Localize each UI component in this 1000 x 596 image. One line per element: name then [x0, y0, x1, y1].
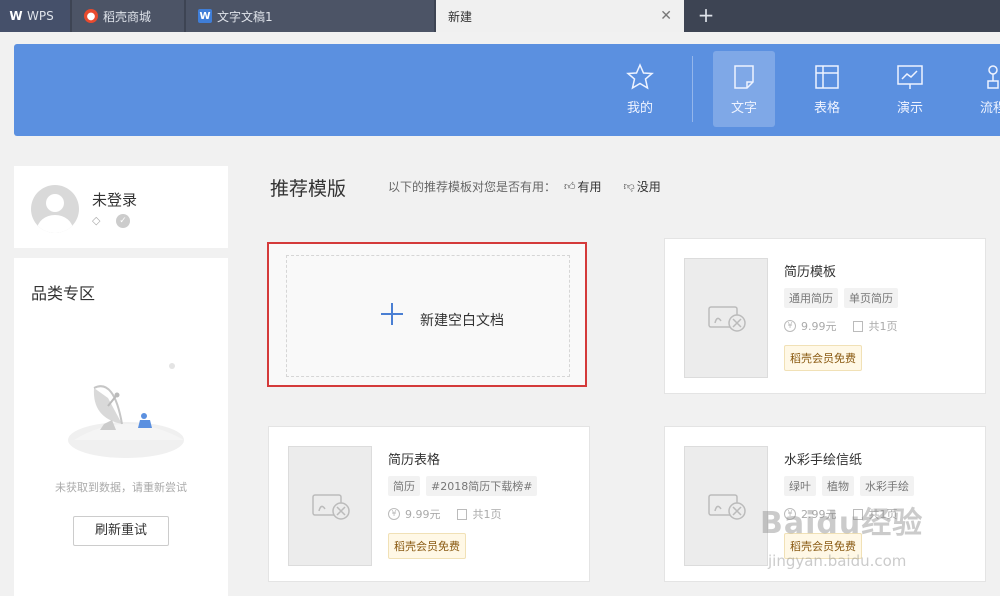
nav-presentation[interactable]: 演示: [879, 51, 941, 127]
nav-label: 演示: [896, 101, 923, 116]
tab-docer-store[interactable]: ● 稻壳商城: [72, 0, 184, 32]
template-title: 水彩手绘信纸: [784, 453, 863, 468]
useful-label: 有用: [577, 180, 602, 194]
spreadsheet-icon: [815, 65, 839, 89]
nav-label: 我的: [626, 101, 653, 116]
template-thumbnail: [684, 446, 768, 566]
nav-label: 文字: [730, 101, 757, 116]
nav-mine[interactable]: 我的: [609, 51, 671, 127]
wps-logo-icon: W: [9, 9, 23, 23]
image-error-icon: [312, 494, 350, 520]
image-error-icon: [708, 306, 746, 332]
login-status[interactable]: 未登录: [92, 189, 137, 210]
template-tag[interactable]: 通用简历: [784, 288, 838, 308]
vip-status-icon: ✓: [116, 214, 130, 228]
page-title: 推荐模版: [270, 178, 347, 200]
tab-new[interactable]: 新建 ✕: [436, 0, 684, 32]
watermark-url: jingyan.baidu.com: [768, 552, 907, 570]
tab-wps[interactable]: W WPS: [0, 0, 70, 32]
useless-button[interactable]: 👎︎ 没用: [624, 178, 661, 195]
pages-icon: [456, 508, 467, 520]
tab-label: WPS: [27, 9, 54, 23]
nav-divider: [692, 56, 693, 122]
word-doc-icon: W: [198, 9, 212, 23]
empty-satellite-illustration: [68, 363, 184, 458]
tab-document-1[interactable]: W 文字文稿1: [186, 0, 434, 32]
template-card[interactable]: 简历表格 简历 #2018简历下载榜# ¥ 9.99元 共1页 稻壳会员免费: [268, 426, 590, 582]
nav-flowchart[interactable]: 流程: [962, 51, 1000, 127]
nav-label: 流程: [979, 101, 1000, 116]
price-icon: ¥: [388, 508, 400, 520]
member-free-badge: 稻壳会员免费: [784, 345, 862, 371]
price-icon: ¥: [784, 320, 796, 332]
category-banner: 我的 文字 表格 演示 流程: [14, 44, 1000, 136]
new-tab-button[interactable]: +: [694, 4, 718, 28]
nav-label: 表格: [813, 101, 840, 116]
new-blank-document-card[interactable]: 新建空白文档: [267, 242, 587, 387]
template-tag[interactable]: #2018简历下载榜#: [426, 476, 538, 496]
template-tag[interactable]: 简历: [388, 476, 420, 496]
template-tag[interactable]: 植物: [822, 476, 854, 496]
document-icon: [734, 65, 754, 89]
category-title: 品类专区: [31, 284, 96, 303]
new-blank-label: 新建空白文档: [420, 313, 504, 329]
template-price: 9.99元: [801, 320, 837, 333]
template-pages: 共1页: [472, 508, 502, 521]
presentation-icon: [897, 65, 923, 89]
thumbs-down-icon: 👎︎: [623, 180, 635, 193]
watermark: Baidu经验: [760, 506, 924, 541]
nav-writer[interactable]: 文字: [713, 51, 775, 127]
template-thumbnail: [288, 446, 372, 566]
template-thumbnail: [684, 258, 768, 378]
template-title: 简历表格: [388, 453, 441, 468]
thumbs-up-icon: 👍︎: [564, 180, 576, 193]
empty-state-text: 未获取到数据，请重新尝试: [55, 481, 187, 494]
tab-label: 文字文稿1: [217, 9, 273, 24]
plus-icon: [381, 303, 403, 325]
avatar[interactable]: [31, 185, 79, 233]
tag-icon: ◇: [92, 214, 101, 227]
tab-bar: W WPS ● 稻壳商城 W 文字文稿1 新建 ✕ +: [0, 0, 1000, 32]
user-card: 未登录 ◇ ✓: [14, 166, 228, 248]
template-price: 9.99元: [405, 508, 441, 521]
feedback-bar: 以下的推荐模板对您是否有用： 👍︎ 有用 👎︎ 没用: [388, 178, 661, 195]
close-icon[interactable]: ✕: [660, 9, 672, 23]
member-free-badge: 稻壳会员免费: [388, 533, 466, 559]
template-tag[interactable]: 水彩手绘: [860, 476, 914, 496]
tab-label: 新建: [448, 9, 473, 24]
template-title: 简历模板: [784, 265, 837, 280]
template-tag[interactable]: 绿叶: [784, 476, 816, 496]
nav-spreadsheet[interactable]: 表格: [796, 51, 858, 127]
useful-button[interactable]: 👍︎ 有用: [564, 178, 602, 195]
pages-icon: [852, 320, 863, 332]
refresh-button[interactable]: 刷新重试: [73, 516, 169, 546]
template-pages: 共1页: [868, 320, 898, 333]
template-card[interactable]: 简历模板 通用简历 单页简历 ¥ 9.99元 共1页 稻壳会员免费: [664, 238, 986, 394]
feedback-prompt: 以下的推荐模板对您是否有用：: [388, 180, 557, 194]
tab-label: 稻壳商城: [103, 9, 152, 24]
docer-flame-icon: ●: [84, 9, 98, 23]
useless-label: 没用: [636, 180, 661, 194]
category-panel: 品类专区 未获取到数据，请重新尝试 刷新重试: [14, 258, 228, 596]
flowchart-icon: [987, 65, 999, 89]
image-error-icon: [708, 494, 746, 520]
template-tag[interactable]: 单页简历: [844, 288, 898, 308]
star-icon: [626, 63, 654, 90]
